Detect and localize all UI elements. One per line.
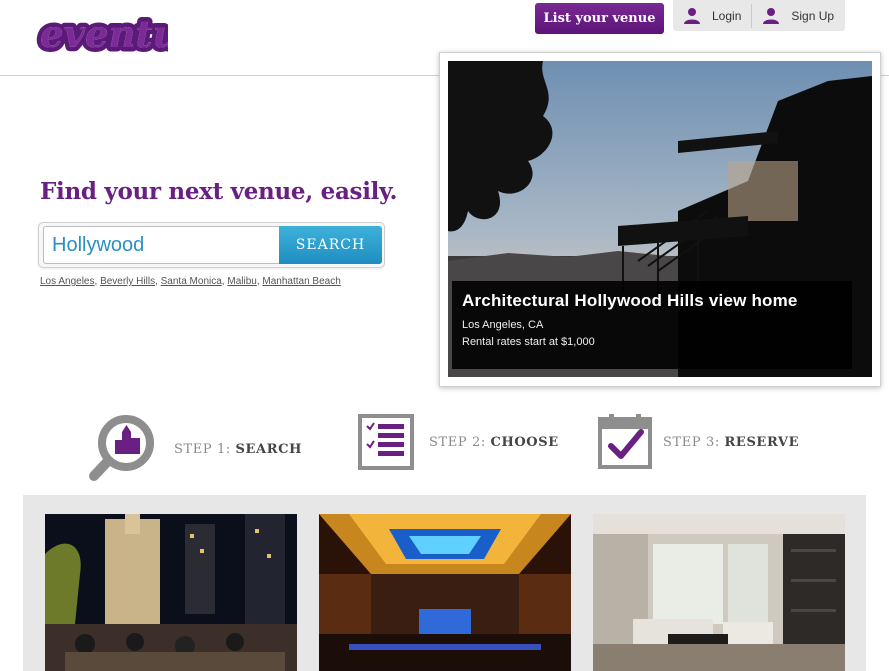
signup-label: Sign Up (791, 8, 835, 23)
step-1-label: STEP 1: SEARCH (174, 441, 302, 457)
art-deco-ballroom-image (319, 514, 571, 671)
user-icon (763, 7, 780, 24)
quick-link-manhattan-beach[interactable]: Manhattan Beach (262, 276, 340, 287)
step-search: STEP 1: SEARCH (88, 414, 302, 484)
step-choose: STEP 2: CHOOSE (358, 414, 559, 470)
venue-thumb-living-room[interactable] (593, 514, 845, 671)
modern-living-room-image (593, 514, 845, 671)
search-button[interactable]: SEARCH (279, 226, 382, 264)
step-reserve: STEP 3: RESERVE (597, 414, 799, 470)
quick-links: Los Angeles, Beverly Hills, Santa Monica… (40, 276, 341, 287)
featured-venue-rate: Rental rates start at $1,000 (462, 336, 595, 348)
quick-link-malibu[interactable]: Malibu (227, 276, 256, 287)
logo-text-fill: eventup (40, 12, 168, 56)
featured-venue-location: Los Angeles, CA (462, 319, 544, 331)
search-input[interactable] (43, 226, 282, 264)
eventup-logo[interactable]: eventup eventup (36, 6, 168, 64)
venue-gallery (23, 495, 866, 671)
checklist-icon (358, 414, 414, 470)
step-3-label: STEP 3: RESERVE (663, 434, 800, 450)
magnifier-building-icon (89, 415, 154, 481)
list-your-venue-button[interactable]: List your venue (535, 3, 664, 34)
quick-link-beverly-hills[interactable]: Beverly Hills (100, 276, 155, 287)
venue-thumb-ballroom[interactable] (319, 514, 571, 671)
login-button[interactable]: Login (673, 0, 751, 31)
quick-link-santa-monica[interactable]: Santa Monica (161, 276, 222, 287)
auth-bar: Login Sign Up (673, 0, 845, 31)
user-icon (684, 7, 700, 24)
featured-venue-card[interactable]: Architectural Hollywood Hills view home … (439, 52, 881, 387)
hero-tagline: Find your next venue, easily. (40, 178, 398, 205)
quick-link-los-angeles[interactable]: Los Angeles (40, 276, 95, 287)
featured-venue-caption: Architectural Hollywood Hills view home … (452, 281, 852, 369)
signup-button[interactable]: Sign Up (752, 0, 844, 31)
search-form: SEARCH (38, 222, 385, 268)
step-2-label: STEP 2: CHOOSE (429, 434, 559, 450)
calendar-check-icon (598, 414, 652, 469)
featured-venue-title[interactable]: Architectural Hollywood Hills view home (462, 291, 842, 311)
venue-thumb-rooftop[interactable] (45, 514, 297, 671)
rooftop-night-image (45, 514, 297, 671)
login-label: Login (712, 8, 742, 23)
